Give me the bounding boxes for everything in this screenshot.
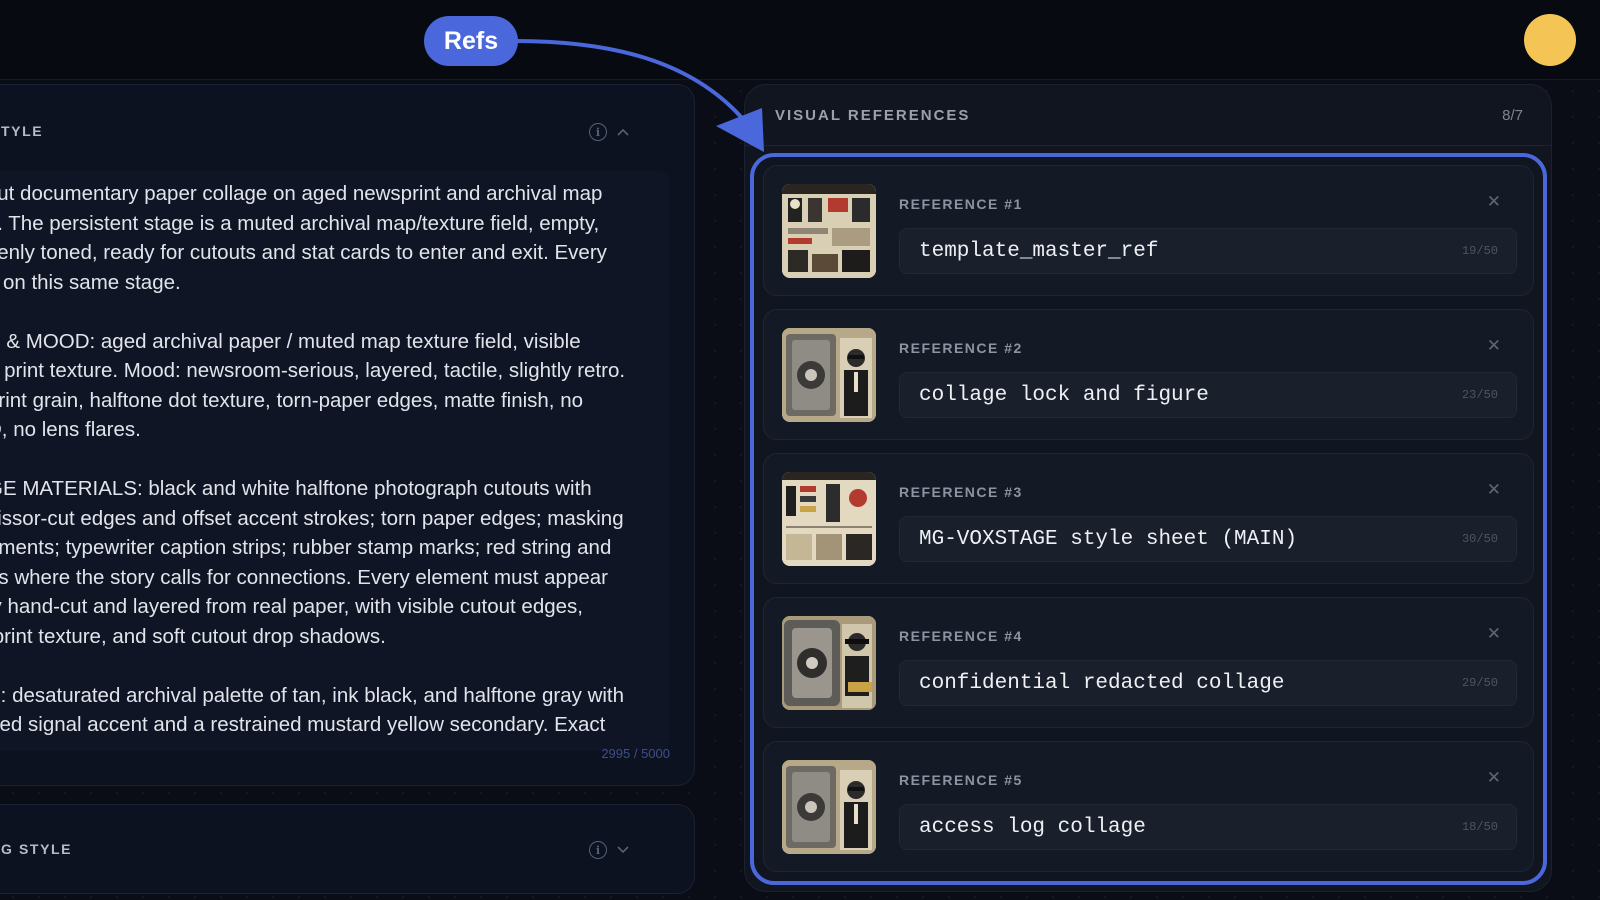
collage-thumbnail-image bbox=[782, 760, 876, 854]
close-icon[interactable]: ✕ bbox=[1487, 336, 1501, 356]
reference-label: REFERENCE #3 bbox=[899, 484, 1023, 500]
reference-card-1[interactable]: REFERENCE #1 ✕ template_master_ref 19/50 bbox=[763, 165, 1534, 296]
reference-name-char-count: 19/50 bbox=[1461, 244, 1498, 258]
reference-card-3[interactable]: REFERENCE #3 ✕ MG-VOXSTAGE style sheet (… bbox=[763, 453, 1534, 584]
reference-name-input[interactable]: collage lock and figure 23/50 bbox=[899, 372, 1517, 418]
reference-thumbnail[interactable] bbox=[782, 328, 876, 422]
reference-name-input[interactable]: template_master_ref 19/50 bbox=[899, 228, 1517, 274]
secondary-style-panel: G STYLE i bbox=[0, 804, 695, 894]
reference-card-5[interactable]: REFERENCE #5 ✕ access log collage 18/50 bbox=[763, 741, 1534, 872]
reference-thumbnail[interactable] bbox=[782, 184, 876, 278]
reference-label: REFERENCE #1 bbox=[899, 196, 1023, 212]
info-icon[interactable]: i bbox=[589, 841, 607, 859]
reference-name-input[interactable]: access log collage 18/50 bbox=[899, 804, 1517, 850]
close-icon[interactable]: ✕ bbox=[1487, 480, 1501, 500]
refs-annotation-bubble: Refs bbox=[424, 16, 518, 66]
reference-name-char-count: 29/50 bbox=[1461, 676, 1498, 690]
reference-card-4[interactable]: REFERENCE #4 ✕ confidential redacted col… bbox=[763, 597, 1534, 728]
user-avatar[interactable] bbox=[1524, 14, 1576, 66]
reference-name-value: MG-VOXSTAGE style sheet (MAIN) bbox=[919, 528, 1298, 551]
reference-label: REFERENCE #5 bbox=[899, 772, 1023, 788]
secondary-style-title: G STYLE bbox=[1, 841, 73, 857]
style-panel-title: TYLE bbox=[1, 123, 44, 139]
reference-name-value: access log collage bbox=[919, 816, 1146, 839]
collage-thumbnail-image bbox=[782, 616, 876, 710]
references-divider bbox=[745, 145, 1551, 146]
reference-name-char-count: 23/50 bbox=[1461, 388, 1498, 402]
chevron-down-icon[interactable] bbox=[614, 841, 632, 859]
style-prompt-text: cut documentary paper collage on aged ne… bbox=[0, 182, 626, 736]
reference-thumbnail[interactable] bbox=[782, 760, 876, 854]
collage-thumbnail-image bbox=[782, 184, 876, 278]
top-bar bbox=[0, 0, 1600, 80]
chevron-up-icon[interactable] bbox=[614, 123, 632, 141]
info-icon[interactable]: i bbox=[589, 123, 607, 141]
reference-card-2[interactable]: REFERENCE #2 ✕ collage lock and figure 2… bbox=[763, 309, 1534, 440]
reference-name-char-count: 30/50 bbox=[1461, 532, 1498, 546]
reference-label: REFERENCE #2 bbox=[899, 340, 1023, 356]
style-prompt-textarea[interactable]: cut documentary paper collage on aged ne… bbox=[0, 171, 670, 751]
secondary-style-header[interactable]: G STYLE i bbox=[1, 841, 664, 865]
reference-name-value: collage lock and figure bbox=[919, 384, 1209, 407]
reference-list: REFERENCE #1 ✕ template_master_ref 19/50… bbox=[763, 165, 1534, 885]
close-icon[interactable]: ✕ bbox=[1487, 768, 1501, 788]
close-icon[interactable]: ✕ bbox=[1487, 624, 1501, 644]
reference-name-input[interactable]: confidential redacted collage 29/50 bbox=[899, 660, 1517, 706]
reference-name-value: template_master_ref bbox=[919, 240, 1159, 263]
references-title: VISUAL REFERENCES bbox=[775, 107, 971, 124]
reference-name-input[interactable]: MG-VOXSTAGE style sheet (MAIN) 30/50 bbox=[899, 516, 1517, 562]
reference-name-value: confidential redacted collage bbox=[919, 672, 1285, 695]
close-icon[interactable]: ✕ bbox=[1487, 192, 1501, 212]
style-char-count: 2995 / 5000 bbox=[601, 746, 670, 761]
reference-name-char-count: 18/50 bbox=[1461, 820, 1498, 834]
reference-thumbnail[interactable] bbox=[782, 472, 876, 566]
collage-thumbnail-image bbox=[782, 472, 876, 566]
style-panel-header[interactable]: TYLE i bbox=[1, 123, 664, 147]
style-panel: TYLE i cut documentary paper collage on … bbox=[0, 84, 695, 786]
reference-thumbnail[interactable] bbox=[782, 616, 876, 710]
collage-thumbnail-image bbox=[782, 328, 876, 422]
reference-label: REFERENCE #4 bbox=[899, 628, 1023, 644]
references-count: 8/7 bbox=[1502, 107, 1523, 124]
